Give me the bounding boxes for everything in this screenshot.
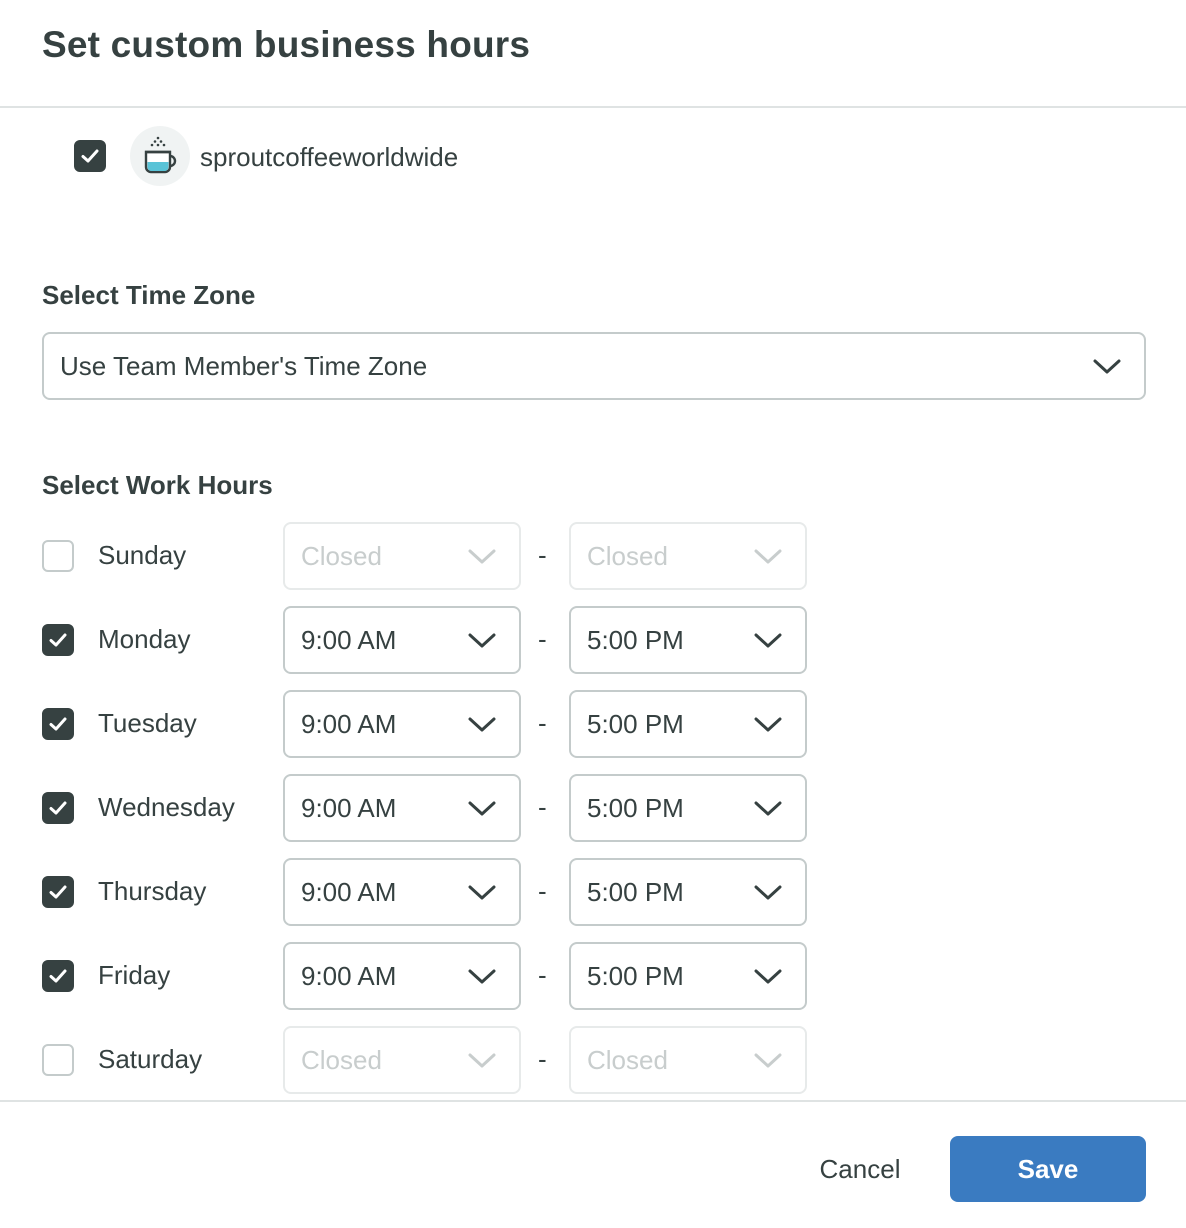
chevron-down-icon	[468, 1053, 496, 1068]
day-label: Sunday	[98, 540, 187, 570]
chevron-down-icon	[754, 549, 782, 564]
chevron-down-icon	[754, 1053, 782, 1068]
start-time-value: 9:00 AM	[301, 876, 397, 907]
start-time-value: 9:00 AM	[301, 708, 397, 739]
day-checkbox-saturday[interactable]	[42, 1044, 74, 1076]
chevron-down-icon	[468, 969, 496, 984]
modal-title: Set custom business hours	[42, 24, 531, 65]
day-row-monday: Monday 9:00 AM - 5:00 PM	[0, 606, 1186, 674]
day-checkbox-thursday[interactable]	[42, 876, 74, 908]
day-label: Tuesday	[98, 708, 197, 738]
day-label: Thursday	[98, 876, 207, 906]
start-time-value: 9:00 AM	[301, 624, 397, 655]
chevron-down-icon	[468, 717, 496, 732]
coffee-cup-icon	[144, 136, 177, 174]
timezone-label: Select Time Zone	[42, 280, 256, 310]
time-separator: -	[538, 708, 547, 738]
work-hours-label: Select Work Hours	[42, 470, 273, 500]
profile-checkbox[interactable]	[74, 140, 106, 172]
end-time-value: 5:00 PM	[587, 960, 684, 991]
timezone-value: Use Team Member's Time Zone	[60, 350, 428, 381]
chevron-down-icon	[1093, 359, 1121, 374]
start-time-value: Closed	[301, 540, 382, 571]
day-checkbox-sunday[interactable]	[42, 540, 74, 572]
time-separator: -	[538, 876, 547, 906]
chevron-down-icon	[754, 885, 782, 900]
checkmark-icon	[49, 633, 67, 647]
end-time-value: Closed	[587, 540, 668, 571]
chevron-down-icon	[754, 717, 782, 732]
day-row-tuesday: Tuesday 9:00 AM - 5:00 PM	[0, 690, 1186, 758]
end-time-select[interactable]: 5:00 PM	[569, 942, 807, 1010]
chevron-down-icon	[754, 633, 782, 648]
checkmark-icon	[49, 885, 67, 899]
end-time-value: 5:00 PM	[587, 876, 684, 907]
checkmark-icon	[49, 969, 67, 983]
business-hours-modal: Set custom business hours sproutcoffeewo	[0, 0, 1186, 1228]
profile-name: sproutcoffeeworldwide	[200, 142, 459, 172]
end-time-select[interactable]: 5:00 PM	[569, 774, 807, 842]
end-time-select[interactable]: 5:00 PM	[569, 858, 807, 926]
day-label: Saturday	[98, 1044, 203, 1074]
start-time-value: 9:00 AM	[301, 792, 397, 823]
day-label: Friday	[98, 960, 171, 990]
end-time-value: 5:00 PM	[587, 792, 684, 823]
day-checkbox-tuesday[interactable]	[42, 708, 74, 740]
day-row-friday: Friday 9:00 AM - 5:00 PM	[0, 942, 1186, 1010]
day-checkbox-friday[interactable]	[42, 960, 74, 992]
profile-avatar	[130, 126, 190, 186]
time-separator: -	[538, 960, 547, 990]
day-label: Monday	[98, 624, 191, 654]
checkmark-icon	[49, 717, 67, 731]
end-time-select[interactable]: 5:00 PM	[569, 690, 807, 758]
day-row-wednesday: Wednesday 9:00 AM - 5:00 PM	[0, 774, 1186, 842]
chevron-down-icon	[754, 801, 782, 816]
start-time-value: 9:00 AM	[301, 960, 397, 991]
day-checkbox-monday[interactable]	[42, 624, 74, 656]
checkmark-icon	[81, 149, 99, 163]
start-time-value: Closed	[301, 1044, 382, 1075]
time-separator: -	[538, 624, 547, 654]
end-time-select[interactable]: Closed	[569, 1026, 807, 1094]
start-time-select[interactable]: 9:00 AM	[283, 942, 521, 1010]
time-separator: -	[538, 540, 547, 570]
checkmark-icon	[49, 801, 67, 815]
start-time-select[interactable]: 9:00 AM	[283, 606, 521, 674]
start-time-select[interactable]: 9:00 AM	[283, 858, 521, 926]
save-button[interactable]: Save	[950, 1136, 1146, 1202]
start-time-select[interactable]: Closed	[283, 1026, 521, 1094]
modal-header: Set custom business hours	[0, 0, 1186, 108]
day-row-saturday: Saturday Closed - Closed	[0, 1026, 1186, 1094]
end-time-select[interactable]: Closed	[569, 522, 807, 590]
chevron-down-icon	[754, 969, 782, 984]
end-time-select[interactable]: 5:00 PM	[569, 606, 807, 674]
start-time-select[interactable]: 9:00 AM	[283, 774, 521, 842]
day-row-sunday: Sunday Closed - Closed	[0, 522, 1186, 590]
start-time-select[interactable]: Closed	[283, 522, 521, 590]
cancel-button[interactable]: Cancel	[796, 1136, 924, 1202]
modal-footer: Cancel Save	[0, 1100, 1186, 1228]
chevron-down-icon	[468, 633, 496, 648]
chevron-down-icon	[468, 549, 496, 564]
day-checkbox-wednesday[interactable]	[42, 792, 74, 824]
chevron-down-icon	[468, 801, 496, 816]
chevron-down-icon	[468, 885, 496, 900]
end-time-value: Closed	[587, 1044, 668, 1075]
time-separator: -	[538, 1044, 547, 1074]
start-time-select[interactable]: 9:00 AM	[283, 690, 521, 758]
timezone-select[interactable]: Use Team Member's Time Zone	[42, 332, 1146, 400]
end-time-value: 5:00 PM	[587, 624, 684, 655]
end-time-value: 5:00 PM	[587, 708, 684, 739]
modal-body: sproutcoffeeworldwide Select Time Zone U…	[0, 108, 1186, 1100]
day-row-thursday: Thursday 9:00 AM - 5:00 PM	[0, 858, 1186, 926]
day-label: Wednesday	[98, 792, 235, 822]
time-separator: -	[538, 792, 547, 822]
